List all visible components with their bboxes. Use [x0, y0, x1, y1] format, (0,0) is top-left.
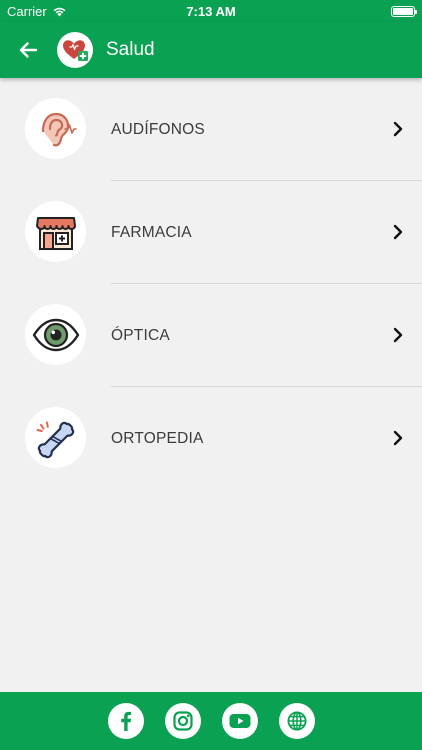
globe-icon — [286, 711, 307, 731]
youtube-button[interactable] — [221, 703, 258, 739]
chevron-right-icon — [393, 430, 403, 446]
website-button[interactable] — [278, 703, 315, 739]
facebook-icon — [120, 711, 131, 731]
eye-icon — [32, 318, 79, 351]
carrier-label: Carrier — [7, 3, 47, 19]
list-item-farmacia[interactable]: FARMACIA — [0, 181, 422, 284]
youtube-icon — [229, 714, 250, 728]
back-button[interactable] — [0, 22, 56, 78]
battery-fill — [393, 7, 413, 15]
icon-circle — [25, 407, 86, 468]
icon-circle — [25, 98, 86, 159]
list-item-label: FARMACIA — [111, 223, 192, 241]
ear-icon — [41, 112, 77, 146]
list-item-label: ORTOPEDIA — [111, 429, 204, 447]
list-item-optica[interactable]: ÓPTICA — [0, 284, 422, 387]
icon-circle — [25, 304, 86, 365]
pharmacy-store-icon — [35, 216, 76, 250]
instagram-icon — [172, 711, 193, 731]
bone-icon — [36, 421, 74, 458]
arrow-left-icon — [19, 42, 38, 58]
battery-icon — [391, 5, 417, 17]
footer-social-bar — [0, 692, 422, 750]
list-item-audifonos[interactable]: AUDÍFONOS — [0, 78, 422, 181]
wifi-icon — [53, 7, 66, 16]
status-bar: Carrier 7:13 AM — [0, 0, 422, 22]
page-title: Salud — [106, 39, 155, 60]
facebook-button[interactable] — [107, 703, 144, 739]
chevron-right-icon — [393, 224, 403, 240]
list-item-label: ÓPTICA — [111, 326, 170, 344]
chevron-right-icon — [393, 121, 403, 137]
icon-circle — [25, 201, 86, 262]
app-bar: Salud — [0, 22, 422, 78]
list-item-ortopedia[interactable]: ORTOPEDIA — [0, 387, 422, 490]
category-list: AUDÍFONOS FARMACIA ÓPTICA ORTOPEDIA — [0, 78, 422, 490]
heart-plus-icon — [63, 40, 88, 61]
app-logo — [57, 32, 93, 68]
status-left: Carrier — [7, 4, 67, 19]
screen: Carrier 7:13 AM Salud AUDÍFONOS FARMACIA… — [0, 0, 422, 750]
instagram-button[interactable] — [164, 703, 201, 739]
list-item-label: AUDÍFONOS — [111, 120, 205, 138]
chevron-right-icon — [393, 327, 403, 343]
